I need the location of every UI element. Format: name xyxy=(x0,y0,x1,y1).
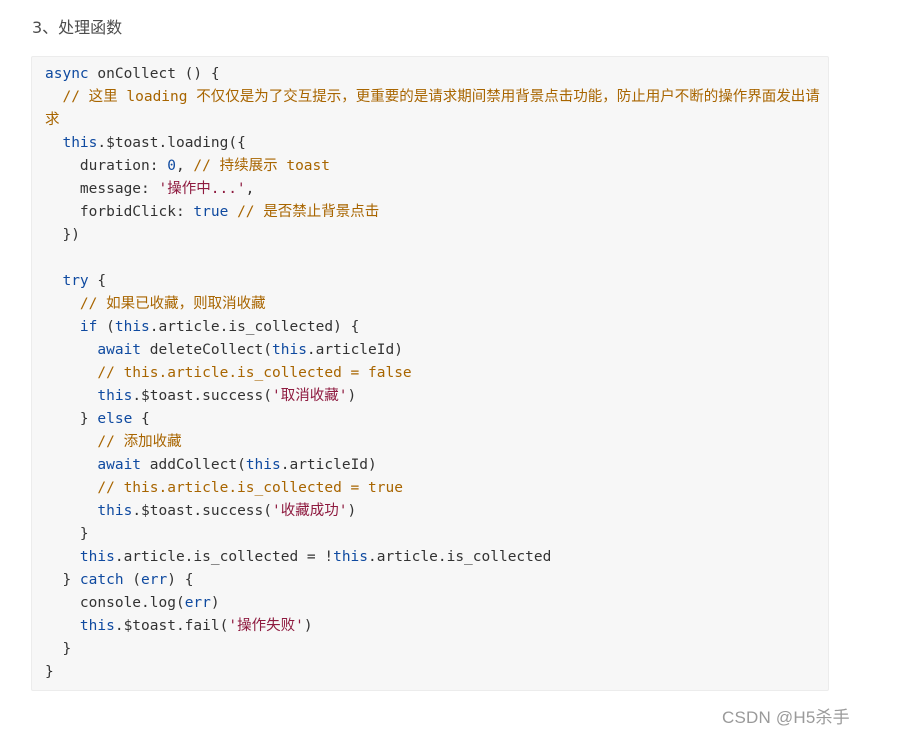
code-token: ) xyxy=(347,388,357,404)
code-token: ( xyxy=(97,319,115,335)
code-token: console.log( xyxy=(45,595,185,611)
code-comment-line: // this.article.is_collected = true xyxy=(45,480,403,496)
code-line: this.$toast.success('收藏成功') xyxy=(45,500,828,523)
code-token: , xyxy=(175,158,194,174)
code-token: ) xyxy=(303,618,313,634)
code-line: } else { xyxy=(45,408,828,431)
code-line: this.$toast.loading({ xyxy=(45,132,828,155)
code-token: forbidClick: xyxy=(45,204,194,220)
code-token: .articleId) xyxy=(306,342,403,358)
code-token: this xyxy=(62,135,98,151)
code-line: try { xyxy=(45,270,828,293)
code-line: duration: 0, // 持续展示 toast xyxy=(45,155,828,178)
code-line: this.$toast.fail('操作失败') xyxy=(45,615,828,638)
code-block[interactable]: async onCollect () { // 这里 loading 不仅仅是为… xyxy=(31,56,829,691)
code-token: { xyxy=(88,273,107,289)
code-token: .$toast.success( xyxy=(132,388,272,404)
code-line: console.log(err) xyxy=(45,592,828,615)
code-token: ) { xyxy=(167,572,194,588)
code-token: '操作失败' xyxy=(228,618,304,634)
code-token: , xyxy=(245,181,255,197)
code-token: .article.is_collected) { xyxy=(149,319,360,335)
code-token: err xyxy=(184,595,211,611)
code-token: err xyxy=(141,572,168,588)
code-token: ( xyxy=(123,572,142,588)
code-token: this xyxy=(79,549,115,565)
code-comment-line: // 如果已收藏，则取消收藏 xyxy=(45,296,266,312)
code-line: async onCollect () { xyxy=(45,63,828,86)
code-token: 0 xyxy=(167,158,176,174)
code-token: .article.is_collected xyxy=(368,549,552,565)
code-token: this xyxy=(97,503,133,519)
code-token: ) xyxy=(210,595,220,611)
code-token: message: xyxy=(45,181,159,197)
code-line: message: '操作中...', xyxy=(45,178,828,201)
code-token: onCollect () { xyxy=(88,66,220,82)
code-token: addCollect( xyxy=(141,457,246,473)
code-token: this xyxy=(97,388,133,404)
code-token: await xyxy=(97,342,142,358)
code-token: catch xyxy=(79,572,124,588)
code-line: } xyxy=(45,526,89,542)
code-line: await deleteCollect(this.articleId) xyxy=(45,339,828,362)
watermark: CSDN @H5杀手 xyxy=(722,708,850,727)
code-line: this.$toast.success('取消收藏') xyxy=(45,385,828,408)
code-token: else xyxy=(97,411,133,427)
code-token: deleteCollect( xyxy=(141,342,272,358)
code-token: .articleId) xyxy=(280,457,377,473)
code-token: // 是否禁止背景点击 xyxy=(237,204,380,220)
code-token: .article.is_collected = ! xyxy=(114,549,334,565)
code-line: } xyxy=(45,664,54,680)
code-token: this xyxy=(272,342,307,358)
code-token: .$toast.fail( xyxy=(114,618,229,634)
code-token: { xyxy=(132,411,150,427)
code-token: async xyxy=(45,66,89,82)
code-token: .$toast.loading({ xyxy=(97,135,246,151)
code-token: ) xyxy=(347,503,357,519)
code-token: duration: xyxy=(45,158,168,174)
code-token: } xyxy=(45,411,98,427)
code-line: this.article.is_collected = !this.articl… xyxy=(45,546,828,569)
code-token: true xyxy=(193,204,229,220)
code-line: forbidClick: true // 是否禁止背景点击 xyxy=(45,201,828,224)
code-token: } xyxy=(45,572,80,588)
code-token: .$toast.success( xyxy=(132,503,272,519)
code-token: this xyxy=(333,549,369,565)
code-line: await addCollect(this.articleId) xyxy=(45,454,828,477)
section-heading: 3、处理函数 xyxy=(32,18,123,37)
code-token: this xyxy=(114,319,150,335)
code-token: await xyxy=(97,457,142,473)
code-comment-line: // 这里 loading 不仅仅是为了交互提示，更重要的是请求期间禁用背景点击… xyxy=(45,89,820,128)
code-line: if (this.article.is_collected) { xyxy=(45,316,828,339)
code-token: try xyxy=(62,273,89,289)
code-token: '收藏成功' xyxy=(272,503,348,519)
code-comment-line: // 添加收藏 xyxy=(45,434,182,450)
code-token: this xyxy=(245,457,281,473)
code-token: // 持续展示 toast xyxy=(193,158,330,174)
code-line: }) xyxy=(45,227,80,243)
code-line: } catch (err) { xyxy=(45,569,828,592)
code-token: this xyxy=(79,618,115,634)
code-line: } xyxy=(45,641,72,657)
code-token: '取消收藏' xyxy=(272,388,348,404)
code-comment-line: // this.article.is_collected = false xyxy=(45,365,412,381)
code-token: '操作中...' xyxy=(158,181,246,197)
code-token: if xyxy=(79,319,98,335)
